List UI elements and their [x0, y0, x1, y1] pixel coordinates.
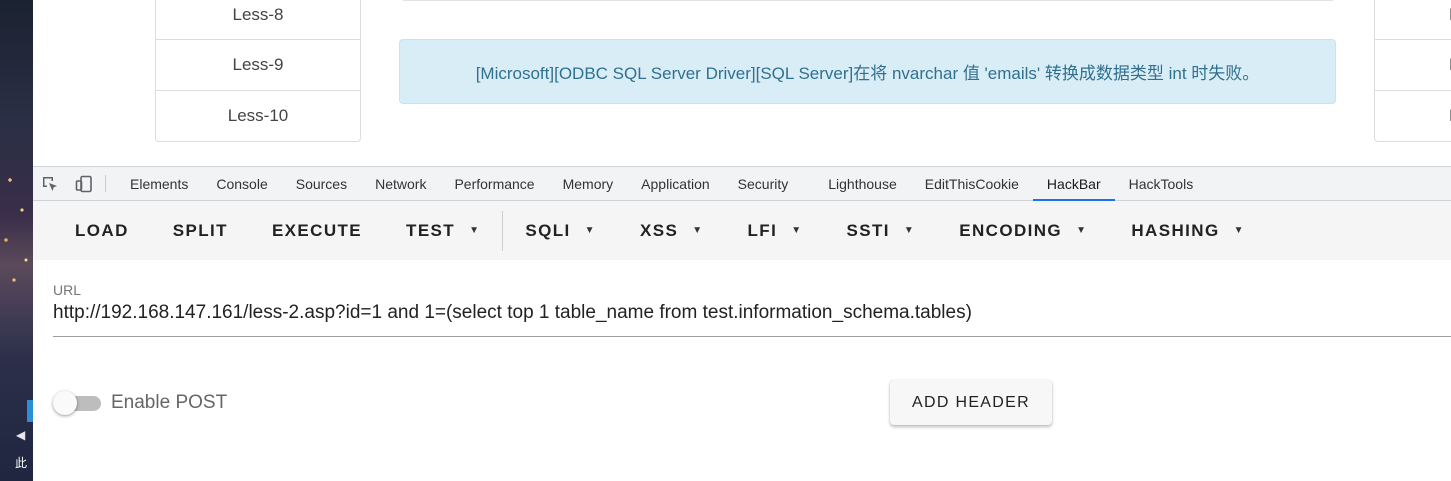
toggle-thumb: [53, 391, 77, 415]
load-button[interactable]: LOAD: [53, 213, 151, 249]
city-lights: [0, 150, 33, 310]
caret-down-icon: ▼: [903, 225, 916, 236]
nav-item-less-8[interactable]: Less-8: [156, 0, 360, 39]
url-field-label: URL: [53, 282, 82, 298]
tab-network[interactable]: Network: [361, 167, 440, 200]
caret-down-icon: ▼: [1233, 225, 1245, 236]
caret-down-icon: ▼: [469, 225, 481, 236]
tab-application[interactable]: Application: [627, 167, 724, 200]
desktop-icon-label[interactable]: 此: [15, 454, 27, 471]
caret-down-icon: ▼: [692, 225, 704, 236]
sqli-dropdown-button[interactable]: SQLI ▼: [503, 213, 618, 249]
right-nav-item[interactable]: L: [1375, 39, 1451, 90]
execute-button[interactable]: EXECUTE: [250, 213, 384, 249]
hackbar-toolbar: LOAD SPLIT EXECUTE TEST ▼ SQLI ▼ XSS ▼ LFI ▼…: [33, 201, 1451, 260]
right-nav-item[interactable]: L: [1375, 90, 1451, 141]
xss-dropdown-button[interactable]: XSS ▼: [618, 213, 726, 249]
right-nav-list: L L L: [1374, 0, 1451, 142]
test-dropdown-button[interactable]: TEST ▼: [384, 213, 502, 249]
tab-performance[interactable]: Performance: [440, 167, 548, 200]
add-header-label: ADD HEADER: [912, 393, 1030, 411]
url-input[interactable]: http://192.168.147.161/less-2.asp?id=1 a…: [53, 302, 972, 324]
enable-post-toggle[interactable]: [53, 391, 101, 415]
tab-hackbar[interactable]: HackBar: [1032, 167, 1115, 201]
tab-memory[interactable]: Memory: [549, 167, 628, 200]
device-toolbar-icon[interactable]: [67, 167, 101, 200]
nav-item-less-10[interactable]: Less-10: [156, 90, 360, 141]
execute-button-label: EXECUTE: [271, 220, 363, 240]
ssti-button-label: SSTI: [846, 220, 890, 240]
caret-down-icon: ▼: [791, 225, 803, 236]
devtools-tab-bar: Elements Console Sources Network Perform…: [33, 166, 1451, 201]
test-button-label: TEST: [406, 220, 456, 240]
error-alert: [Microsoft][ODBC SQL Server Driver][SQL …: [399, 39, 1336, 104]
hackbar-panel: URL http://192.168.147.161/less-2.asp?id…: [33, 260, 1451, 481]
tab-console[interactable]: Console: [202, 167, 281, 200]
sqli-button-label: SQLI: [525, 220, 571, 240]
lfi-dropdown-button[interactable]: LFI ▼: [726, 213, 825, 249]
load-button-label: LOAD: [75, 220, 129, 240]
encoding-dropdown-button[interactable]: ENCODING ▼: [937, 213, 1109, 249]
hashing-button-label: HASHING: [1131, 220, 1220, 240]
tab-editthiscookie[interactable]: EditThisCookie: [911, 167, 1033, 200]
web-page: Less-8 Less-9 Less-10 [Microsoft][ODBC S…: [33, 0, 1451, 166]
caret-down-icon: ▼: [1076, 225, 1088, 236]
caret-down-icon: ▼: [584, 225, 596, 236]
desktop-background: ◀ 此: [0, 0, 33, 481]
toolbar-separator: [105, 175, 106, 192]
tab-lighthouse[interactable]: Lighthouse: [814, 167, 911, 200]
xss-button-label: XSS: [639, 220, 679, 240]
split-button-label: SPLIT: [172, 220, 228, 240]
right-nav-item[interactable]: L: [1375, 0, 1451, 39]
tab-hacktools[interactable]: HackTools: [1115, 167, 1208, 200]
url-input-underline: [53, 336, 1451, 337]
add-header-button[interactable]: ADD HEADER: [890, 380, 1052, 425]
shortcut-arrow-icon: ◀: [16, 428, 26, 442]
nav-item-less-9[interactable]: Less-9: [156, 39, 360, 90]
tab-sources[interactable]: Sources: [282, 167, 361, 200]
inspect-element-icon[interactable]: [33, 167, 67, 200]
enable-post-label: Enable POST: [111, 392, 228, 413]
tab-security[interactable]: Security: [724, 167, 803, 200]
lesson-nav-list: Less-8 Less-9 Less-10: [155, 0, 361, 142]
hashing-dropdown-button[interactable]: HASHING ▼: [1109, 213, 1267, 249]
split-button[interactable]: SPLIT: [151, 213, 250, 249]
encoding-button-label: ENCODING: [959, 220, 1063, 240]
ssti-dropdown-button[interactable]: SSTI ▼: [825, 213, 938, 249]
lfi-button-label: LFI: [747, 220, 778, 240]
tab-elements[interactable]: Elements: [116, 167, 202, 200]
content-divider: [403, 0, 1333, 1]
